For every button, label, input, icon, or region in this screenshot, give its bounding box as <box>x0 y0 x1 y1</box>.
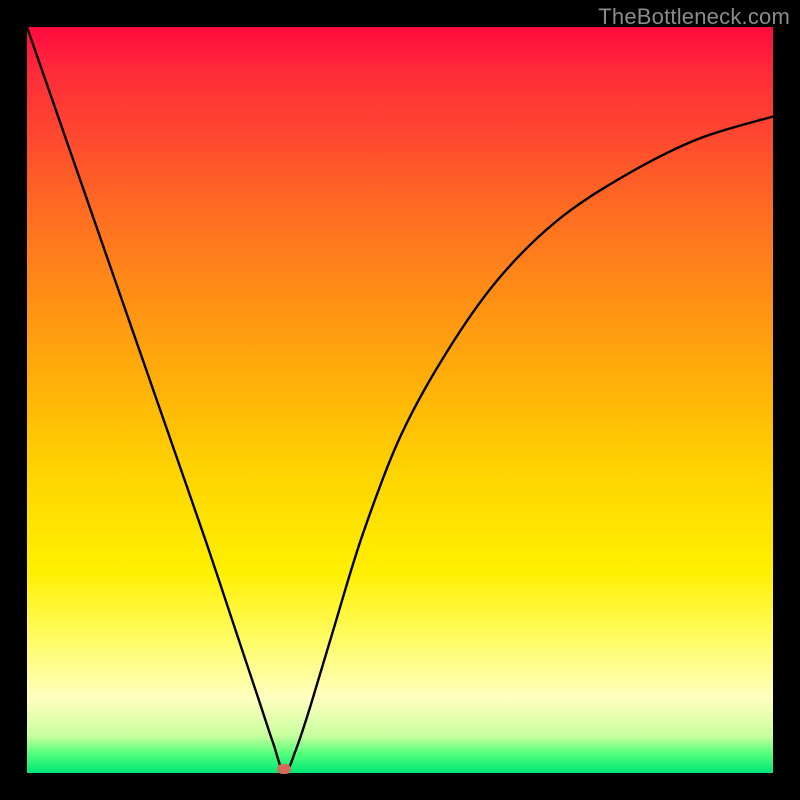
bottleneck-curve <box>27 27 773 773</box>
chart-frame: TheBottleneck.com <box>0 0 800 800</box>
plot-area <box>27 27 773 773</box>
optimum-marker <box>277 764 291 774</box>
